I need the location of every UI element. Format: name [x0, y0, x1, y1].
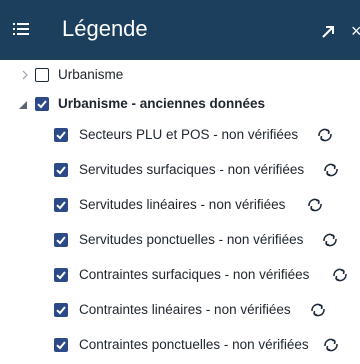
tree-item-contraintes-surfaciques[interactable]: Contraintes surfaciques - non vérifiées — [0, 263, 360, 287]
layer-checkbox[interactable] — [54, 233, 68, 247]
refresh-icon[interactable] — [322, 162, 340, 178]
refresh-icon[interactable] — [322, 337, 340, 353]
check-icon — [37, 100, 47, 109]
collapse-arrow-icon[interactable] — [18, 100, 28, 110]
refresh-icon[interactable] — [316, 127, 334, 143]
check-icon — [56, 131, 66, 140]
check-icon — [56, 306, 66, 315]
tree-group-label: Urbanisme — [58, 67, 124, 82]
layer-checkbox[interactable] — [54, 268, 68, 282]
legend-header: Légende × — [0, 0, 360, 60]
layer-checkbox[interactable] — [54, 338, 68, 352]
tree-item-servitudes-lineaires[interactable]: Servitudes linéaires - non vérifiées — [0, 193, 360, 217]
layer-checkbox[interactable] — [35, 68, 49, 82]
legend-title: Légende — [62, 16, 148, 41]
tree-item-label: Contraintes surfaciques - non vérifiées — [79, 267, 310, 282]
tree-item-contraintes-ponctuelles[interactable]: Contraintes ponctuelles - non vérifiées — [0, 333, 360, 357]
tree-group-urbanisme[interactable]: Urbanisme — [0, 63, 360, 87]
expand-arrow-icon[interactable] — [20, 70, 30, 80]
refresh-icon[interactable] — [321, 232, 339, 248]
layer-checkbox[interactable] — [54, 163, 68, 177]
tree-item-secteurs-plu-pos[interactable]: Secteurs PLU et POS - non vérifiées — [0, 123, 360, 147]
tree-group-urbanisme-anciennes[interactable]: Urbanisme - anciennes données — [0, 92, 360, 116]
check-icon — [56, 166, 66, 175]
hamburger-icon[interactable] — [13, 22, 29, 36]
arrow-up-right-icon[interactable] — [320, 24, 336, 40]
tree-item-label: Contraintes ponctuelles - non vérifiées — [79, 337, 309, 352]
refresh-icon[interactable] — [306, 197, 324, 213]
refresh-icon[interactable] — [331, 267, 349, 283]
tree-item-contraintes-lineaires[interactable]: Contraintes linéaires - non vérifiées — [0, 298, 360, 322]
check-icon — [56, 201, 66, 210]
check-icon — [56, 236, 66, 245]
layer-checkbox[interactable] — [54, 128, 68, 142]
refresh-icon[interactable] — [309, 302, 327, 318]
check-icon — [56, 341, 66, 350]
tree-item-label: Secteurs PLU et POS - non vérifiées — [79, 127, 299, 142]
layer-checkbox[interactable] — [54, 198, 68, 212]
tree-item-servitudes-surfaciques[interactable]: Servitudes surfaciques - non vérifiées — [0, 158, 360, 182]
check-icon — [56, 271, 66, 280]
close-icon[interactable]: × — [351, 21, 360, 41]
tree-item-label: Servitudes linéaires - non vérifiées — [79, 197, 286, 212]
layer-checkbox[interactable] — [35, 97, 49, 111]
layer-checkbox[interactable] — [54, 303, 68, 317]
tree-item-label: Servitudes surfaciques - non vérifiées — [79, 162, 305, 177]
tree-group-label: Urbanisme - anciennes données — [58, 96, 266, 111]
tree-item-label: Servitudes ponctuelles - non vérifiées — [79, 232, 304, 247]
tree-item-servitudes-ponctuelles[interactable]: Servitudes ponctuelles - non vérifiées — [0, 228, 360, 252]
tree-item-label: Contraintes linéaires - non vérifiées — [79, 302, 291, 317]
